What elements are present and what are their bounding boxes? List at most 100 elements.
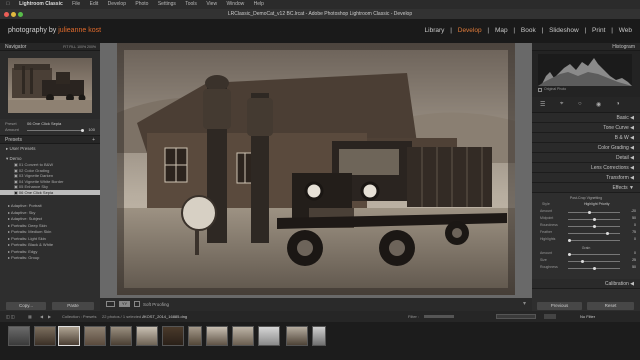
zoom-200[interactable]: 200% <box>87 45 96 49</box>
grain-slider-track[interactable] <box>568 267 620 270</box>
vignette-slider-track[interactable] <box>568 225 620 228</box>
module-develop[interactable]: Develop <box>458 27 482 34</box>
edit-sliders-icon[interactable]: ☰ <box>540 101 545 108</box>
vignette-slider-value[interactable]: 50 <box>632 216 636 220</box>
vignette-slider-track[interactable] <box>568 232 620 235</box>
filmstrip-thumbnail[interactable] <box>136 326 158 346</box>
histogram-header[interactable]: Histogram <box>532 43 640 51</box>
next-arrow-icon[interactable]: ▶ <box>48 311 51 322</box>
section-transform[interactable]: Transform ◀ <box>532 173 640 183</box>
module-print[interactable]: Print <box>592 27 605 34</box>
before-after-icon[interactable]: YY <box>119 301 130 307</box>
vignette-slider-value[interactable]: 0 <box>634 223 636 227</box>
original-photo-checkbox[interactable] <box>538 88 542 92</box>
color-label-filter[interactable] <box>496 314 536 319</box>
module-library[interactable]: Library <box>425 27 445 34</box>
vignette-slider-track[interactable] <box>568 211 620 214</box>
grain-slider-track[interactable] <box>568 260 620 263</box>
histogram-area[interactable]: Original Photo <box>532 51 640 97</box>
filmstrip-thumbnail[interactable] <box>8 326 30 346</box>
filmstrip-thumbnail[interactable] <box>84 326 106 346</box>
crop-icon[interactable]: ⌖ <box>560 101 563 108</box>
section-calibration[interactable]: Calibration ◀ <box>532 279 640 289</box>
amount-value[interactable]: 100 <box>88 127 95 132</box>
close-window-icon[interactable] <box>4 12 9 17</box>
filter-value[interactable]: No Filter <box>580 311 595 322</box>
grain-slider-knob[interactable] <box>568 253 571 256</box>
vignette-slider-knob[interactable] <box>588 211 591 214</box>
section-lens-corrections[interactable]: Lens Corrections ◀ <box>532 163 640 173</box>
module-map[interactable]: Map <box>495 27 508 34</box>
module-book[interactable]: Book <box>521 27 536 34</box>
menu-file[interactable]: File <box>72 1 80 7</box>
prev-arrow-icon[interactable]: ◀ <box>40 311 43 322</box>
section-effects[interactable]: Effects ▼ <box>532 183 640 193</box>
menu-tools[interactable]: Tools <box>185 1 197 7</box>
vignette-slider-value[interactable]: 75 <box>632 230 636 234</box>
preset-folder[interactable]: ▸ Portraits: Group <box>0 255 100 262</box>
healing-icon[interactable]: ○ <box>578 101 582 107</box>
vignette-slider-knob[interactable] <box>593 225 596 228</box>
zoom-fill[interactable]: FILL <box>69 45 76 49</box>
vignette-slider-value[interactable]: -20 <box>631 209 636 213</box>
filmstrip-thumbnail[interactable] <box>110 326 132 346</box>
filmstrip-thumbnail[interactable] <box>286 326 308 346</box>
grid-view-icon[interactable]: ▦ <box>28 311 32 322</box>
soft-proofing-checkbox[interactable] <box>134 301 140 307</box>
style-value[interactable]: Highlight Priority <box>584 202 609 206</box>
masking-icon[interactable]: ◑ <box>616 101 620 107</box>
filmstrip-collection[interactable]: Collection : Presets <box>62 311 96 322</box>
zoom-options[interactable]: FIT FILL 100% 200% <box>63 43 96 51</box>
grain-slider-knob[interactable] <box>580 260 584 263</box>
amount-slider-knob[interactable] <box>81 129 84 132</box>
filmstrip-thumbnail[interactable] <box>258 326 280 346</box>
section-basic[interactable]: Basic ◀ <box>532 113 640 123</box>
module-slideshow[interactable]: Slideshow <box>549 27 579 34</box>
navigator-header[interactable]: Navigator FIT FILL 100% 200% <box>0 43 100 51</box>
menu-settings[interactable]: Settings <box>158 1 176 7</box>
filmstrip-thumbnail[interactable] <box>232 326 254 346</box>
reset-button[interactable]: Reset <box>587 302 634 310</box>
preset-value[interactable]: 06 One Click Sepia <box>27 121 61 126</box>
vignette-slider-knob[interactable] <box>605 232 609 235</box>
menu-help[interactable]: Help <box>254 1 264 7</box>
zoom-100[interactable]: 100% <box>77 45 86 49</box>
grain-slider-value[interactable]: 0 <box>634 251 636 255</box>
minimize-window-icon[interactable] <box>11 12 16 17</box>
filmstrip-thumbnail[interactable] <box>312 326 326 346</box>
menu-develop[interactable]: Develop <box>108 1 126 7</box>
copy-button[interactable]: Copy... <box>6 302 46 310</box>
zoom-fit[interactable]: FIT <box>63 45 68 49</box>
rating-filter[interactable] <box>424 315 454 318</box>
menu-app-name[interactable]: Lightroom Classic <box>19 1 63 7</box>
section-tone-curve[interactable]: Tone Curve ◀ <box>532 123 640 133</box>
loupe-view-icon[interactable] <box>106 301 115 307</box>
menu-edit[interactable]: Edit <box>90 1 99 7</box>
filmstrip-thumbnail[interactable] <box>34 326 56 346</box>
menu-window[interactable]: Window <box>226 1 244 7</box>
vignette-slider-track[interactable] <box>568 239 620 242</box>
grain-slider-knob[interactable] <box>593 267 596 270</box>
menu-view[interactable]: View <box>206 1 217 7</box>
grain-slider-value[interactable]: 25 <box>632 258 636 262</box>
menu-photo[interactable]: Photo <box>135 1 148 7</box>
vignette-slider-knob[interactable] <box>593 218 596 221</box>
navigator-thumbnail[interactable] <box>8 58 92 113</box>
vignette-slider-knob[interactable] <box>568 239 571 242</box>
grain-slider-track[interactable] <box>568 253 620 256</box>
vignette-slider-value[interactable]: 0 <box>634 237 636 241</box>
second-window-icon[interactable]: ◫ ◫ <box>6 311 15 322</box>
paste-button[interactable]: Paste <box>52 302 94 310</box>
section-color-grading[interactable]: Color Grading ◀ <box>532 143 640 153</box>
filmstrip-thumbnail[interactable] <box>162 326 184 346</box>
filmstrip-thumbnail[interactable] <box>206 326 228 346</box>
section-bw[interactable]: B & W ◀ <box>532 133 640 143</box>
vignette-slider-track[interactable] <box>568 218 620 221</box>
zoom-window-icon[interactable] <box>18 12 23 17</box>
main-photo[interactable] <box>117 43 515 295</box>
section-detail[interactable]: Detail ◀ <box>532 153 640 163</box>
amount-slider[interactable] <box>27 129 84 132</box>
toolbar-menu-icon[interactable]: ▾ <box>523 298 526 311</box>
filmstrip-thumbnail[interactable] <box>188 326 202 346</box>
apple-icon[interactable]:  <box>6 1 10 7</box>
